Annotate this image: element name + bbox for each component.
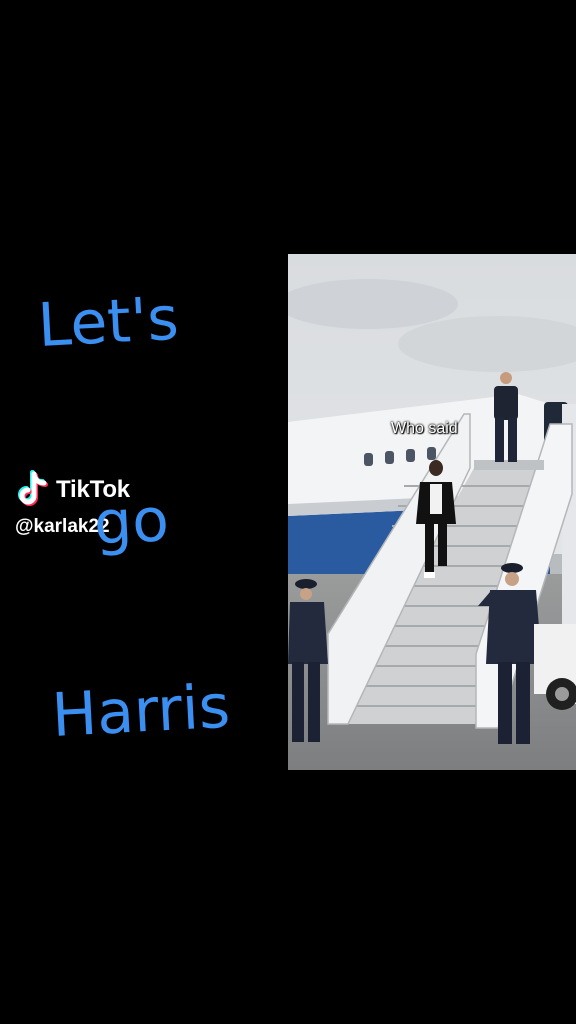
caption-word-lets: Let's xyxy=(36,283,181,361)
video-overlay-text: Who said xyxy=(391,420,458,437)
caption-word-go: go xyxy=(92,485,171,559)
airplane-stairs-photo: Who said xyxy=(288,254,576,770)
tiktok-logo-icon xyxy=(14,470,50,510)
video-canvas: Let's TikTok @karlak22 go Harris Who sai… xyxy=(0,0,576,1024)
caption-word-harris: Harris xyxy=(50,671,232,751)
